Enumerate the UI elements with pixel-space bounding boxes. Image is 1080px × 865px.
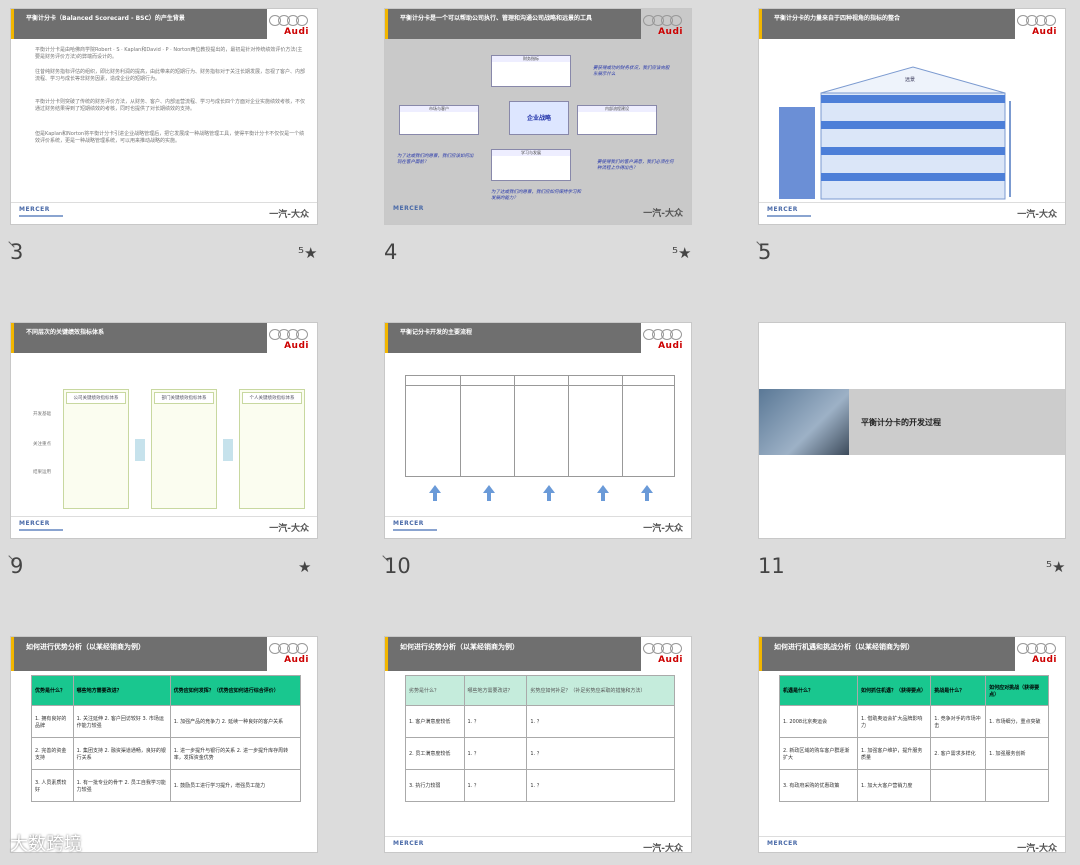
row-label: 关注重点 xyxy=(33,442,51,447)
slide-thumbnail-9[interactable]: 不同层次的关键绩效指标体系 Audi 公司关键绩效指标体系 部门关键绩效指标体系… xyxy=(10,322,318,539)
row-label: 开发基础 xyxy=(33,412,51,417)
column-box: 公司关键绩效指标体系 xyxy=(63,389,129,509)
audi-logo: Audi xyxy=(643,15,683,39)
slide-thumbnail-16[interactable]: 如何进行劣势分析（以某经销商为例） Audi 劣势是什么？ 哪些地方需要改进？ 劣势… xyxy=(384,636,692,853)
slide-number: 10 xyxy=(384,554,411,578)
slide-title: 如何进行劣势分析（以某经销商为例） xyxy=(385,637,641,671)
slide-title: 平衡计分卡（Balanced Scorecard - BSC）的产生背景 xyxy=(11,9,267,39)
arrow-shape xyxy=(223,439,233,461)
slide-thumbnail-10[interactable]: 平衡记分卡开发的主要流程 Audi MERCER 一汽-大众 xyxy=(384,322,692,539)
slide-number: 3 xyxy=(10,240,24,264)
mercer-logo: MERCER xyxy=(767,206,798,213)
slide-title: 平衡计分卡的开发过程 xyxy=(861,418,941,427)
audi-logo: Audi xyxy=(269,329,309,353)
slide-thumbnail-4[interactable]: 平衡计分卡是一个可以帮助公司执行、管理和沟通公司战略和远景的工具 Audi 财务… xyxy=(384,8,692,225)
slide-title: 平衡计分卡是一个可以帮助公司执行、管理和沟通公司战略和远景的工具 xyxy=(385,9,641,39)
slide-thumbnail-15[interactable]: 如何进行优势分析（以某经销商为例） Audi 优势是什么？ 哪些地方需要改进？ 优势… xyxy=(10,636,318,853)
question-text: 为了达成我们的愿景，我们应该如何出现在客户面前？ xyxy=(397,154,474,165)
mercer-logo: MERCER xyxy=(19,206,50,213)
slide-number: 4 xyxy=(384,240,398,264)
roof-label: 远景 xyxy=(905,77,916,83)
faw-logo: 一汽-大众 xyxy=(643,844,683,853)
row-label: 结果运用 xyxy=(33,470,51,475)
faw-logo: 一汽-大众 xyxy=(1017,210,1057,220)
star-icon[interactable]: ★ xyxy=(298,558,311,576)
faw-logo: 一汽-大众 xyxy=(1017,844,1057,853)
star-icon[interactable]: ⁵★ xyxy=(672,244,691,262)
bullet-text: 但是Kaplan和Norton将平衡计分卡引进企业战略管理后，把它发展成一种战略… xyxy=(35,131,305,144)
slide-title: 如何进行优势分析（以某经销商为例） xyxy=(11,637,267,671)
arrow-shape xyxy=(135,439,145,461)
audi-logo: Audi xyxy=(643,329,683,353)
mercer-logo: MERCER xyxy=(393,520,424,527)
slide-title: 如何进行机遇和挑战分析（以某经销商为例） xyxy=(759,637,1015,671)
audi-logo: Audi xyxy=(269,643,309,667)
audi-logo: Audi xyxy=(1017,643,1057,667)
customer-box: 市场与客户 xyxy=(399,105,479,135)
mercer-logo: MERCER xyxy=(393,840,424,847)
star-icon[interactable]: ⁵★ xyxy=(1046,558,1065,576)
slide-thumbnail-17[interactable]: 如何进行机遇和挑战分析（以某经销商为例） Audi 机遇是什么？ 如何抓住机遇？（… xyxy=(758,636,1066,853)
slide-number: 11 xyxy=(758,554,785,578)
analysis-table: 机遇是什么？ 如何抓住机遇？（获得要点） 挑战是什么？ 如何应对挑战（获得要点） 1.… xyxy=(778,675,1049,802)
learning-box: 学习与发展 xyxy=(491,149,571,181)
slide-number: 9 xyxy=(10,554,24,578)
watermark: 大数跨境 xyxy=(10,834,82,855)
audi-logo: Audi xyxy=(643,643,683,667)
column-box: 个人关键绩效指标体系 xyxy=(239,389,305,509)
faw-logo: 一汽-大众 xyxy=(269,524,309,534)
finance-box: 财务指标 xyxy=(491,55,571,87)
house-diagram xyxy=(779,66,1011,200)
strategy-box: 企业战略 xyxy=(509,101,569,135)
slide-title: 不同层次的关键绩效指标体系 xyxy=(11,323,267,353)
mercer-logo: MERCER xyxy=(393,205,424,212)
slide-thumbnail-11[interactable]: 平衡计分卡的开发过程 xyxy=(758,322,1066,539)
question-text: 为了达成我们的愿景，我们应如何保持学习和发展的能力？ xyxy=(491,190,581,201)
slide-thumbnail-5[interactable]: 平衡计分卡的力量来自于四种视角的指标的整合 Audi 远景 MERCER 一汽-大… xyxy=(758,8,1066,225)
audi-logo: Audi xyxy=(269,15,309,39)
star-icon[interactable]: ⁵★ xyxy=(298,244,317,262)
cover-photo xyxy=(759,389,849,455)
question-text: 要获得成功的财务状况，我们应该向股东展示什么 xyxy=(593,66,670,77)
bullet-text: 平衡计分卡是由哈佛商学院Robert · S · Kaplan和David · … xyxy=(35,47,303,60)
process-table xyxy=(405,375,675,477)
bullet-text: 往昔纯财务指标评估的组织，即比财务利润的提高，由此带来的短期行为、财务指标对于关… xyxy=(35,69,306,82)
mercer-logo: MERCER xyxy=(19,520,50,527)
question-text: 要使得我们的客户满意，我们必须在何种流程上作得出色？ xyxy=(597,160,674,171)
analysis-table: 劣势是什么？ 哪些地方需要改进？ 劣势应如何补足？（补足劣势应采取的措施和方法） 1… xyxy=(405,675,675,802)
process-box: 内部流程建设 xyxy=(577,105,657,135)
slide-title: 平衡记分卡开发的主要流程 xyxy=(385,323,641,353)
bullet-text: 平衡计分卡则突破了传统的财务评价方法，从财务、客户、内部运营流程、学习与成长四个… xyxy=(35,99,306,112)
slide-number: 5 xyxy=(758,240,772,264)
faw-logo: 一汽-大众 xyxy=(643,209,683,219)
mercer-logo: MERCER xyxy=(767,840,798,847)
faw-logo: 一汽-大众 xyxy=(269,210,309,220)
faw-logo: 一汽-大众 xyxy=(643,524,683,534)
slide-thumbnail-3[interactable]: 平衡计分卡（Balanced Scorecard - BSC）的产生背景 Aud… xyxy=(10,8,318,225)
analysis-table: 优势是什么？ 哪些地方需要改进？ 优势应如何发挥？（优势应如何进行综合评价） 1. … xyxy=(31,675,302,802)
column-box: 部门关键绩效指标体系 xyxy=(151,389,217,509)
